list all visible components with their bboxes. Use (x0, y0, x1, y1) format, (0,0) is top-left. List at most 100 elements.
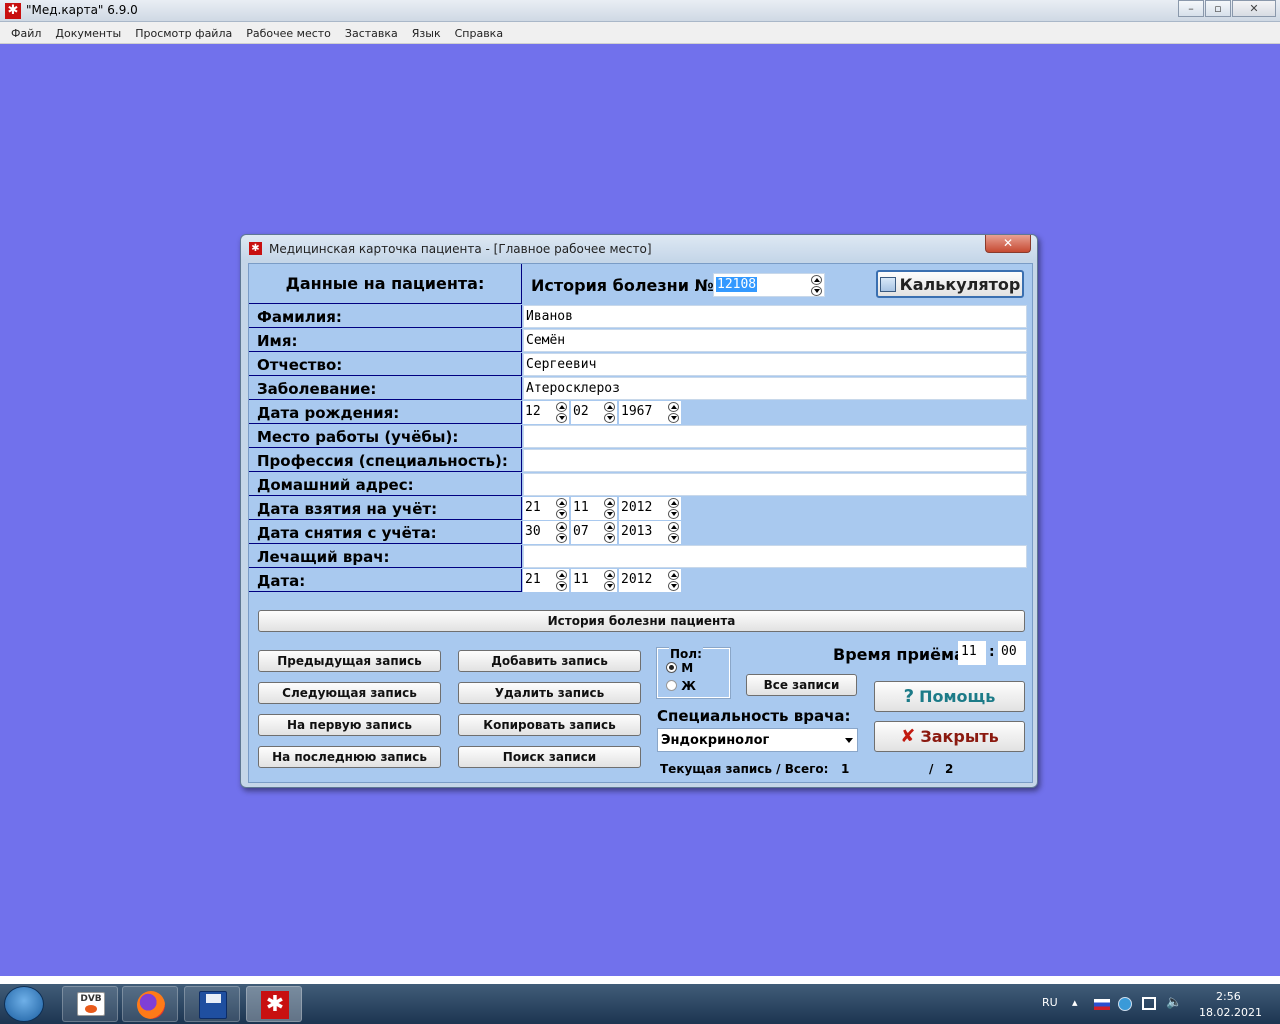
prev-record-button[interactable]: Предыдущая запись (258, 650, 441, 672)
disease-field[interactable]: Атеросклероз (523, 377, 1027, 400)
dialog-titlebar: ✱ Медицинская карточка пациента - [Главн… (241, 235, 1037, 261)
russian-flag-icon (1094, 999, 1110, 1010)
birth-year-spinner[interactable] (667, 402, 680, 423)
first-record-button[interactable]: На первую запись (258, 714, 441, 736)
name-field[interactable]: Семён (523, 329, 1027, 352)
birth-day-field[interactable]: 12 (523, 401, 569, 424)
search-record-button[interactable]: Поиск записи (458, 746, 641, 768)
last-record-button[interactable]: На последнюю запись (258, 746, 441, 768)
date-day-spinner[interactable] (555, 570, 568, 591)
copy-record-button[interactable]: Копировать запись (458, 714, 641, 736)
unreg-month-spinner[interactable] (603, 522, 616, 543)
taskbar-firefox[interactable] (122, 986, 178, 1022)
menu-bar: Файл Документы Просмотр файла Рабочее ме… (0, 22, 1280, 44)
gender-male-option[interactable]: М (666, 661, 693, 675)
gender-female-option[interactable]: Ж (666, 679, 696, 693)
radio-empty-icon (666, 680, 677, 691)
birth-year-field[interactable]: 1967 (619, 401, 681, 424)
record-separator: / (929, 762, 934, 776)
history-label: История болезни № (531, 276, 714, 295)
next-record-button[interactable]: Следующая запись (258, 682, 441, 704)
medical-cross-icon: ✱ (5, 3, 21, 19)
taskbar: DVB ✱ RU ▴ 🔈 2:56 18.02.2021 (0, 984, 1280, 1024)
taskbar-dvb-app[interactable]: DVB (62, 986, 118, 1022)
appointment-hour-field[interactable]: 11 (958, 641, 986, 665)
tray-expand-icon[interactable]: ▴ (1072, 996, 1078, 1009)
menu-help[interactable]: Справка (448, 22, 510, 43)
dialog-close-button[interactable]: ✕ (985, 235, 1031, 253)
windows-start-icon[interactable] (4, 986, 44, 1022)
all-records-button[interactable]: Все записи (746, 674, 857, 696)
reg-day-field[interactable]: 21 (523, 497, 569, 520)
close-label: Закрыть (920, 727, 999, 746)
bottom-strip (0, 976, 1280, 984)
action-center-icon[interactable] (1142, 997, 1156, 1010)
reg-year-field[interactable]: 2012 (619, 497, 681, 520)
menu-view-file[interactable]: Просмотр файла (128, 22, 239, 43)
unreg-day-field[interactable]: 30 (523, 521, 569, 544)
unreg-day-spinner[interactable] (555, 522, 568, 543)
date-month-spinner[interactable] (603, 570, 616, 591)
birth-month-spinner[interactable] (603, 402, 616, 423)
clock-date[interactable]: 18.02.2021 (1199, 1006, 1262, 1019)
menu-file[interactable]: Файл (4, 22, 48, 43)
history-number-spinner[interactable] (810, 275, 823, 296)
unreg-month-field[interactable]: 07 (571, 521, 617, 544)
name-label: Имя: (249, 329, 522, 352)
reg-year-spinner[interactable] (667, 498, 680, 519)
record-status-label: Текущая запись / Всего: (660, 762, 829, 776)
date-day-field[interactable]: 21 (523, 569, 569, 592)
calculator-label: Калькулятор (899, 275, 1021, 294)
unreg-year-value: 2013 (621, 524, 653, 539)
reg-day-spinner[interactable] (555, 498, 568, 519)
appointment-label: Время приёма: (833, 645, 972, 664)
minimize-button[interactable]: – (1178, 0, 1204, 17)
maximize-button[interactable]: ▫ (1205, 0, 1231, 17)
menu-workplace[interactable]: Рабочее место (239, 22, 338, 43)
floppy-icon (199, 991, 227, 1019)
dvb-icon: DVB (77, 992, 105, 1016)
history-number-field[interactable]: 12108 (713, 273, 825, 297)
reg-year-value: 2012 (621, 500, 653, 515)
profession-field[interactable] (523, 449, 1027, 472)
birth-day-spinner[interactable] (555, 402, 568, 423)
reg-month-field[interactable]: 11 (571, 497, 617, 520)
medical-cross-icon: ✱ (249, 242, 262, 255)
appointment-minute-field[interactable]: 00 (998, 641, 1026, 665)
menu-splash[interactable]: Заставка (338, 22, 405, 43)
clock-time[interactable]: 2:56 (1216, 990, 1241, 1003)
menu-documents[interactable]: Документы (48, 22, 128, 43)
volume-icon[interactable]: 🔈 (1166, 995, 1182, 1010)
workplace-field[interactable] (523, 425, 1027, 448)
help-button[interactable]: ? Помощь (874, 681, 1025, 712)
date-year-field[interactable]: 2012 (619, 569, 681, 592)
taskbar-medkarta[interactable]: ✱ (246, 986, 302, 1022)
unreg-year-spinner[interactable] (667, 522, 680, 543)
patronymic-label: Отчество: (249, 353, 522, 376)
add-record-button[interactable]: Добавить запись (458, 650, 641, 672)
surname-field[interactable]: Иванов (523, 305, 1027, 328)
patronymic-field[interactable]: Сергеевич (523, 353, 1027, 376)
close-button[interactable]: ✘ Закрыть (874, 721, 1025, 752)
close-window-button[interactable]: ✕ (1232, 0, 1276, 17)
birth-date-label: Дата рождения: (249, 401, 522, 424)
patient-history-button[interactable]: История болезни пациента (258, 610, 1025, 632)
date-year-spinner[interactable] (667, 570, 680, 591)
reg-month-spinner[interactable] (603, 498, 616, 519)
birth-month-field[interactable]: 02 (571, 401, 617, 424)
calculator-button[interactable]: Калькулятор (876, 270, 1024, 298)
date-day-value: 21 (525, 572, 541, 587)
taskbar-save-app[interactable] (184, 986, 240, 1022)
date-month-value: 11 (573, 572, 589, 587)
dropdown-arrow-icon (845, 738, 853, 743)
disease-label: Заболевание: (249, 377, 522, 400)
specialty-select[interactable]: Эндокринолог (657, 728, 858, 752)
network-tray-icon[interactable] (1118, 997, 1132, 1011)
unreg-year-field[interactable]: 2013 (619, 521, 681, 544)
date-month-field[interactable]: 11 (571, 569, 617, 592)
menu-language[interactable]: Язык (405, 22, 448, 43)
delete-record-button[interactable]: Удалить запись (458, 682, 641, 704)
language-indicator[interactable]: RU (1042, 996, 1058, 1009)
address-field[interactable] (523, 473, 1027, 496)
doctor-field[interactable] (523, 545, 1027, 568)
